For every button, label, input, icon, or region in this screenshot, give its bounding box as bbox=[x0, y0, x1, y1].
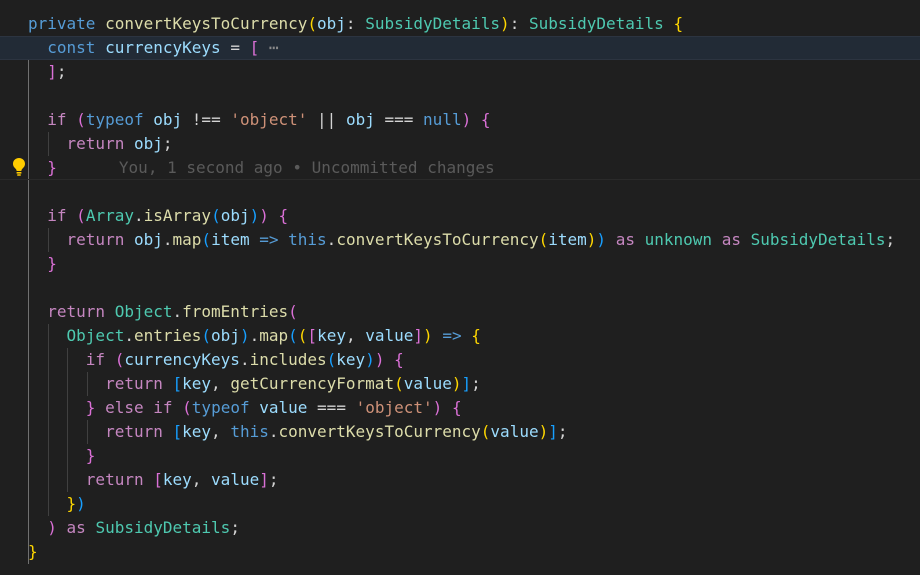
line-text: private convertKeysToCurrency(obj: Subsi… bbox=[28, 14, 684, 33]
line-text: return obj; bbox=[66, 134, 173, 153]
code-line[interactable]: }) bbox=[0, 492, 920, 516]
git-blame-annotation: You, 1 second ago • Uncommitted changes bbox=[118, 158, 495, 177]
line-text: } else if (typeof value === 'object') { bbox=[85, 398, 462, 417]
code-line[interactable]: return obj.map(item => this.convertKeysT… bbox=[0, 228, 920, 252]
code-line[interactable]: Object.entries(obj).map(([key, value]) =… bbox=[0, 324, 920, 348]
code-line[interactable]: ]; bbox=[0, 60, 920, 84]
lightbulb-icon[interactable] bbox=[11, 157, 27, 177]
code-line[interactable]: } You, 1 second ago • Uncommitted changes bbox=[0, 156, 920, 180]
line-text: } You, 1 second ago • Uncommitted changes bbox=[47, 158, 495, 177]
code-editor[interactable]: private convertKeysToCurrency(obj: Subsi… bbox=[0, 0, 920, 575]
line-text: ]; bbox=[47, 62, 67, 81]
code-line[interactable]: return obj; bbox=[0, 132, 920, 156]
line-text: Object.entries(obj).map(([key, value]) =… bbox=[66, 326, 481, 345]
code-line[interactable]: private convertKeysToCurrency(obj: Subsi… bbox=[0, 12, 920, 36]
line-text: }) bbox=[66, 494, 86, 513]
code-line[interactable]: } bbox=[0, 540, 920, 564]
line-text: } bbox=[28, 542, 38, 561]
code-line[interactable]: ) as SubsidyDetails; bbox=[0, 516, 920, 540]
line-text: if (currencyKeys.includes(key)) { bbox=[85, 350, 404, 369]
code-line[interactable]: } else if (typeof value === 'object') { bbox=[0, 396, 920, 420]
line-text: return obj.map(item => this.convertKeysT… bbox=[66, 230, 896, 249]
code-line[interactable]: if (currencyKeys.includes(key)) { bbox=[0, 348, 920, 372]
code-line[interactable]: return [key, this.convertKeysToCurrency(… bbox=[0, 420, 920, 444]
code-line[interactable]: } bbox=[0, 444, 920, 468]
line-text: return Object.fromEntries( bbox=[47, 302, 298, 321]
code-line[interactable]: return Object.fromEntries( bbox=[0, 300, 920, 324]
line-text: if (Array.isArray(obj)) { bbox=[47, 206, 289, 225]
code-line[interactable]: return [key, value]; bbox=[0, 468, 920, 492]
fold-ellipsis-icon[interactable]: ⋯ bbox=[269, 38, 279, 57]
line-text: return [key, value]; bbox=[85, 470, 279, 489]
line-text: } bbox=[85, 446, 96, 465]
code-line[interactable]: } bbox=[0, 252, 920, 276]
line-text: ) as SubsidyDetails; bbox=[47, 518, 240, 537]
line-text: } bbox=[47, 254, 57, 273]
line-text: const currencyKeys = [ ⋯ bbox=[47, 38, 279, 57]
code-line[interactable]: return [key, getCurrencyFormat(value)]; bbox=[0, 372, 920, 396]
line-text: if (typeof obj !== 'object' || obj === n… bbox=[47, 110, 491, 129]
code-line-current[interactable]: const currencyKeys = [ ⋯ bbox=[0, 36, 920, 60]
line-text: return [key, this.convertKeysToCurrency(… bbox=[105, 422, 568, 441]
line-text: return [key, getCurrencyFormat(value)]; bbox=[105, 374, 481, 393]
code-line[interactable]: if (typeof obj !== 'object' || obj === n… bbox=[0, 108, 920, 132]
code-line[interactable]: if (Array.isArray(obj)) { bbox=[0, 204, 920, 228]
